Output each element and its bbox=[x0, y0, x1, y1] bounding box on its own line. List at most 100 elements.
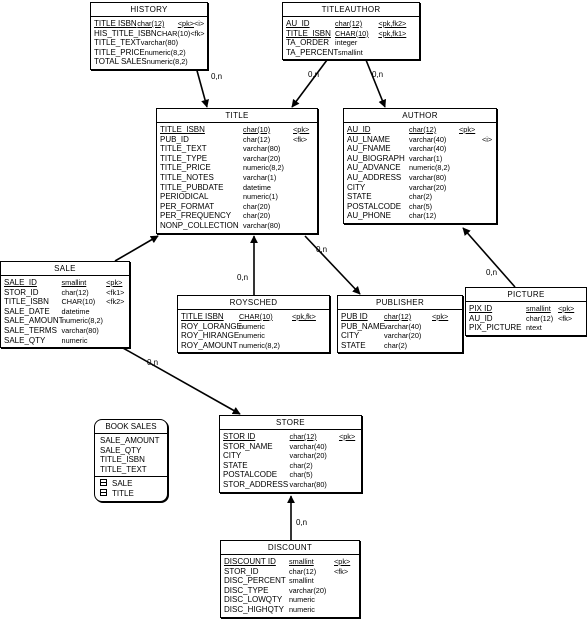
column-index bbox=[482, 183, 492, 193]
column-row[interactable]: SALE_DATE datetime bbox=[4, 307, 126, 317]
column-row[interactable]: AU_ID char(12) <fk> bbox=[469, 314, 583, 324]
column-list: SALE_ID smallint <pk> STOR_ID char(12) <fk1> T… bbox=[1, 276, 129, 347]
column-row[interactable]: PIX ID smallint <pk> bbox=[469, 304, 583, 314]
column-row[interactable]: ROY_AMOUNT numeric(8,2) bbox=[181, 341, 326, 351]
column-list: TITLE ISBN char(12) <pk> <i> HIS_TITLE_ISBN C… bbox=[91, 17, 207, 69]
column-row[interactable]: TITLE_PUBDATE datetime bbox=[160, 183, 314, 193]
column-row[interactable]: STOR_ID char(12) <fk1> bbox=[4, 288, 126, 298]
relationship-history-title[interactable] bbox=[195, 66, 209, 108]
column-row[interactable]: STOR_ID char(12) <fk> bbox=[224, 567, 356, 577]
column-row[interactable]: SALE_TERMS varchar(80) bbox=[4, 326, 126, 336]
column-index: <i> bbox=[482, 134, 493, 144]
table-discount[interactable]: DISCOUNT DISCOUNT ID smallint <pk> STOR_ID ch… bbox=[220, 540, 360, 618]
column-name: AU_PHONE bbox=[347, 211, 392, 221]
cardinality-label: 0,n bbox=[237, 273, 249, 282]
column-key bbox=[432, 322, 452, 332]
column-row[interactable]: ROY_HIRANGE numeric bbox=[181, 331, 326, 341]
table-publisher[interactable]: PUBLISHER PUB ID char(12) <pk> PUB_NAME varch… bbox=[337, 295, 463, 354]
table-author[interactable]: AUTHOR AU_ID char(12) <pk> AU_LNAME varchar(4… bbox=[343, 108, 497, 224]
column-row[interactable]: POSTALCODE char(5) bbox=[223, 470, 358, 480]
view-book-sales[interactable]: BOOK SALES SALE_AMOUNT SALE_QTY TITLE_ISBN T… bbox=[94, 419, 168, 502]
column-type: varchar(20) bbox=[289, 585, 327, 595]
table-history[interactable]: HISTORY TITLE ISBN char(12) <pk> <i> HIS_TITL… bbox=[90, 2, 208, 70]
relationship-titleauthor-title[interactable] bbox=[291, 59, 328, 108]
column-row[interactable]: SALE_AMOUNT numeric(8,2) bbox=[4, 316, 126, 326]
column-row[interactable]: AU_ADDRESS varchar(80) bbox=[347, 173, 493, 183]
column-name: TA_PERCENT bbox=[286, 47, 339, 57]
column-row[interactable]: STOR ID char(12) <pk> bbox=[223, 432, 358, 442]
table-picture[interactable]: PICTURE PIX ID smallint <pk> AU_ID char(12) <f… bbox=[465, 287, 587, 336]
column-row[interactable]: TITLE_PRICE numeric(8,2) bbox=[160, 163, 314, 173]
column-key bbox=[459, 173, 482, 183]
column-row[interactable]: TA_ORDER integer bbox=[286, 38, 416, 48]
column-row[interactable]: SALE_QTY numeric bbox=[4, 336, 126, 346]
table-roysched[interactable]: ROYSCHED TITLE ISBN CHAR(10) <pk,fk> ROY_LOR… bbox=[177, 295, 330, 354]
column-row[interactable]: SALE_ID smallint <pk> bbox=[4, 278, 126, 288]
table-titleauthor[interactable]: TITLEAUTHOR AU_ID char(12) <pk,fk2> TITLE_IS… bbox=[282, 2, 420, 61]
table-sale[interactable]: SALE SALE_ID smallint <pk> STOR_ID char(12) <f… bbox=[0, 261, 130, 349]
column-row[interactable]: TITLE_ISBN char(10) <pk> bbox=[160, 125, 314, 135]
column-row[interactable]: PUB ID char(12) <pk> bbox=[341, 312, 459, 322]
column-row[interactable]: DISC_HIGHQTY numeric bbox=[224, 605, 356, 615]
relationship-title-publisher[interactable] bbox=[304, 235, 361, 295]
column-row[interactable]: TITLE_TEXT varchar(80) bbox=[160, 144, 314, 154]
column-key bbox=[558, 323, 576, 333]
column-row[interactable]: STATE char(2) bbox=[223, 461, 358, 471]
column-row[interactable]: STATE char(2) bbox=[347, 192, 493, 202]
column-type: char(12) bbox=[409, 125, 437, 134]
column-row[interactable]: CITY varchar(20) bbox=[347, 183, 493, 193]
column-row[interactable]: DISCOUNT ID smallint <pk> bbox=[224, 557, 356, 567]
column-row[interactable]: AU_FNAME varchar(40) bbox=[347, 144, 493, 154]
column-row[interactable]: TITLE_TEXT varchar(80) bbox=[94, 38, 204, 48]
column-row[interactable]: AU_LNAME varchar(40) <i> bbox=[347, 135, 493, 145]
column-row[interactable]: TOTAL SALES numeric(8,2) bbox=[94, 57, 204, 67]
relationship-picture-author[interactable] bbox=[462, 227, 516, 288]
column-row[interactable]: CITY varchar(20) bbox=[223, 451, 358, 461]
column-row[interactable]: HIS_TITLE_ISBN CHAR(10) <fk> bbox=[94, 28, 205, 39]
column-row[interactable]: AU_ADVANCE numeric(8,2) bbox=[347, 163, 493, 173]
column-row[interactable]: PIX_PICTURE ntext bbox=[469, 323, 583, 333]
column-row[interactable]: TITLE_ISBN CHAR(10) <pk,fk1> bbox=[286, 29, 416, 39]
column-row[interactable]: STOR_NAME varchar(40) bbox=[223, 442, 358, 452]
column-row[interactable]: AU_ID char(12) <pk> bbox=[347, 125, 493, 135]
column-row[interactable]: TITLE_ISBN CHAR(10) <fk2> bbox=[4, 297, 126, 307]
column-name: DISCOUNT ID bbox=[224, 557, 276, 566]
column-row[interactable]: PER_FREQUENCY char(20) bbox=[160, 211, 314, 221]
cardinality-label: 0,n bbox=[147, 358, 159, 367]
column-row[interactable]: STATE char(2) bbox=[341, 341, 459, 351]
column-row[interactable]: TA_PERCENT smallint bbox=[286, 48, 416, 58]
column-row[interactable]: ROY_LORANGE numeric bbox=[181, 322, 326, 332]
column-row[interactable]: AU_ID char(12) <pk,fk2> bbox=[286, 19, 416, 29]
column-row[interactable]: TITLE ISBN char(12) <pk> <i> bbox=[94, 19, 204, 29]
column-key bbox=[293, 192, 313, 202]
column-row[interactable]: TITLE_NOTES varchar(1) bbox=[160, 173, 314, 183]
column-row[interactable]: AU_BIOGRAPH varchar(1) bbox=[347, 154, 493, 164]
column-type: numeric(8,2) bbox=[239, 340, 280, 350]
column-row[interactable]: DISC_TYPE varchar(20) bbox=[224, 586, 356, 596]
column-row[interactable]: POSTALCODE char(5) bbox=[347, 202, 493, 212]
column-row[interactable]: TITLE_TYPE varchar(20) bbox=[160, 154, 314, 164]
column-row[interactable]: CITY varchar(20) bbox=[341, 331, 459, 341]
column-row[interactable]: PUB_NAME varchar(40) bbox=[341, 322, 459, 332]
column-row[interactable]: STOR_ADDRESS varchar(80) bbox=[223, 480, 358, 490]
relationship-titleauthor-author[interactable] bbox=[365, 59, 387, 108]
column-row[interactable]: PERIODICAL numeric(1) bbox=[160, 192, 314, 202]
column-name: STOR_ID bbox=[224, 566, 259, 576]
column-row[interactable]: TITLE_PRICE numeric(8,2) bbox=[94, 48, 204, 58]
column-type: numeric(8,2) bbox=[243, 163, 284, 173]
column-row[interactable]: PUB_ID char(12) <fk> bbox=[160, 135, 314, 145]
column-row[interactable]: AU_PHONE char(12) bbox=[347, 211, 493, 221]
relationship-sale-title[interactable] bbox=[114, 235, 159, 262]
column-key: <fk> bbox=[190, 28, 205, 38]
relationship-sale-store[interactable] bbox=[122, 347, 241, 415]
column-row[interactable]: DISC_LOWQTY numeric bbox=[224, 595, 356, 605]
table-title[interactable]: TITLE TITLE_ISBN char(10) <pk> PUB_ID char(12… bbox=[156, 108, 318, 234]
column-type: numeric bbox=[61, 335, 88, 345]
column-row[interactable]: NONP_COLLECTION varchar(80) bbox=[160, 221, 314, 231]
cardinality-label: 0,n bbox=[486, 268, 498, 277]
column-row[interactable]: DISC_PERCENT smallint bbox=[224, 576, 356, 586]
column-row[interactable]: PER_FORMAT char(20) bbox=[160, 202, 314, 212]
column-row[interactable]: TITLE ISBN CHAR(10) <pk,fk> bbox=[181, 312, 326, 322]
view-tables: SALE TITLE bbox=[95, 477, 167, 500]
table-store[interactable]: STORE STOR ID char(12) <pk> STOR_NAME varchar… bbox=[219, 415, 362, 493]
